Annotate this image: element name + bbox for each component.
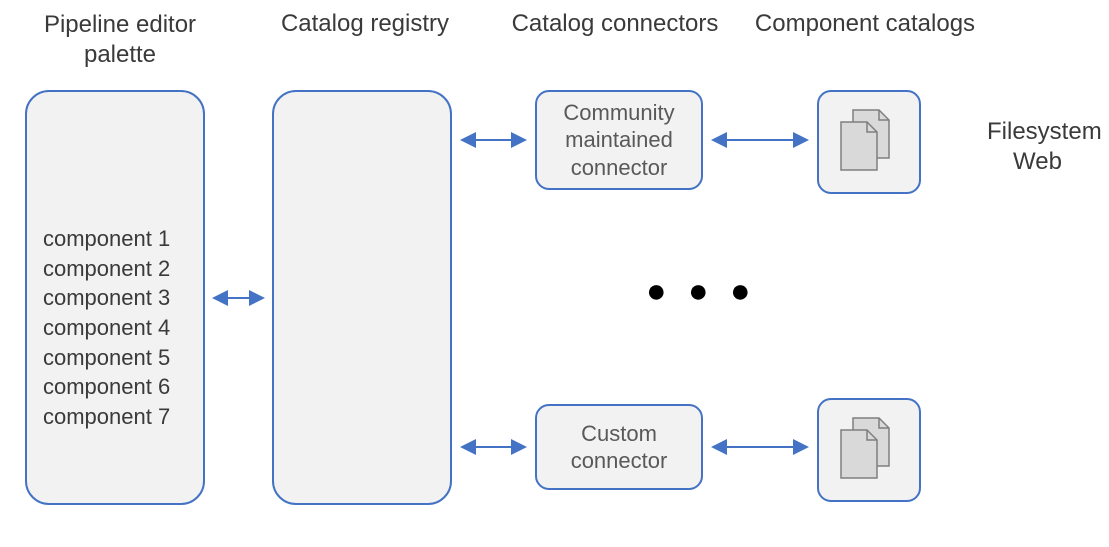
documents-icon [819,400,919,500]
list-item: component 5 [43,343,170,373]
list-item: component 3 [43,283,170,313]
diagram-canvas: Pipeline editor palette Catalog registry… [0,0,1109,547]
header-registry: Catalog registry [270,10,460,38]
list-item: component 7 [43,402,170,432]
connector-custom-label: Custom connector [537,420,701,475]
documents-icon [819,92,919,192]
connector-custom-box: Custom connector [535,404,703,490]
header-connectors: Catalog connectors [505,10,725,38]
list-item: component 1 [43,224,170,254]
ellipsis: ● ● ● [646,272,757,311]
header-catalogs: Component catalogs [740,10,990,38]
registry-box [272,90,452,505]
side-label-filesystem: Filesystem [987,118,1102,146]
catalog-top-box [817,90,921,194]
side-label-web: Web [1013,148,1062,176]
palette-box: component 1 component 2 component 3 comp… [25,90,205,505]
palette-list: component 1 component 2 component 3 comp… [43,224,170,432]
connector-community-label: Community maintained connector [537,99,701,182]
connector-community-box: Community maintained connector [535,90,703,190]
catalog-bottom-box [817,398,921,502]
list-item: component 6 [43,372,170,402]
list-item: component 4 [43,313,170,343]
header-palette: Pipeline editor palette [20,10,220,70]
list-item: component 2 [43,254,170,284]
